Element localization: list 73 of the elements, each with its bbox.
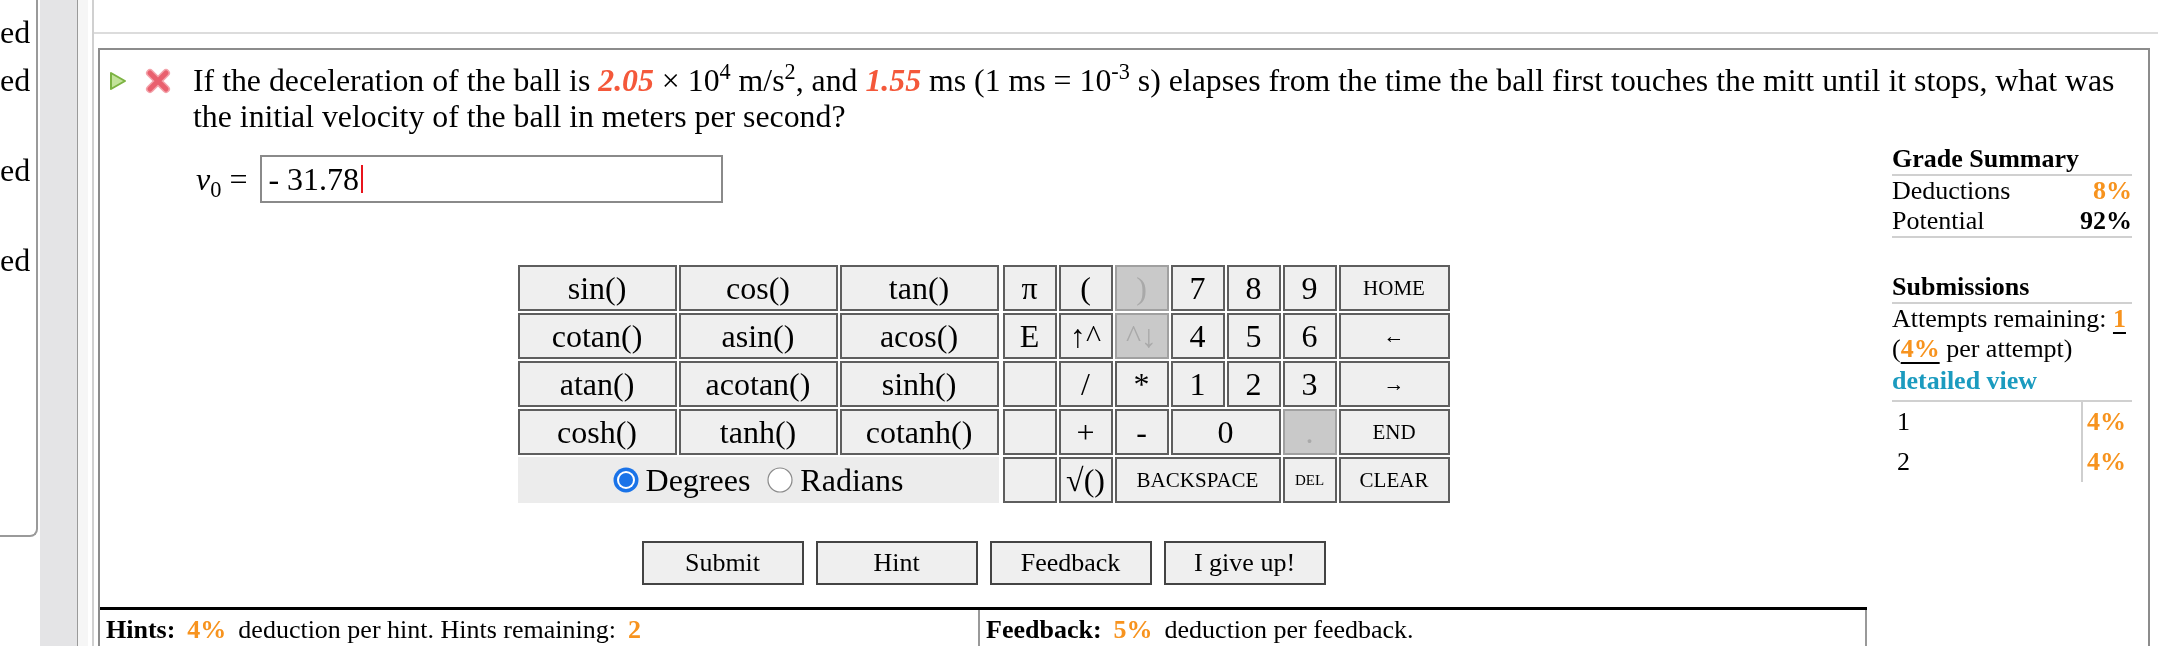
summary-value: 92% bbox=[2080, 206, 2132, 236]
keypad-key[interactable]: 8 bbox=[1226, 265, 1281, 311]
keypad-key[interactable]: 2 bbox=[1226, 361, 1281, 407]
deduction-value: 4% bbox=[2087, 446, 2126, 478]
keypad-key[interactable]: E bbox=[1002, 313, 1057, 359]
section-title: Submissions bbox=[1892, 272, 2132, 304]
question-text: If the deceleration of the ball is 2.05 × 10$^{4}$ m/s$^{2}$, and 1.55 ms (1 ms = 10$^{-3}$ s) elapses from the time the ball first touches the mitt until it stops, what was the initial velocity of the ball in meters per second? bbox=[193, 63, 2116, 135]
deduction-value: 4% bbox=[2087, 406, 2126, 438]
keypad-key[interactable]: BACKSPACE bbox=[1114, 457, 1281, 503]
action-button[interactable]: Submit bbox=[641, 541, 804, 585]
radio-label[interactable]: Radians bbox=[800, 461, 904, 499]
keypad-key[interactable]: * bbox=[1114, 361, 1169, 407]
keypad-key[interactable]: → bbox=[1338, 361, 1450, 407]
function-key[interactable]: cos() bbox=[678, 265, 838, 311]
section-title: Grade Summary bbox=[1892, 144, 2132, 176]
summary-label: Deductions bbox=[1892, 176, 2011, 206]
answer-label: v$_{0}$ = bbox=[196, 160, 248, 198]
summary-value: 8% bbox=[2093, 176, 2132, 206]
summary-label: Potential bbox=[1892, 206, 1985, 236]
keypad-key[interactable]: END bbox=[1338, 409, 1450, 455]
attempts-text: Attempts remaining: 1 (4% per attempt) bbox=[1892, 304, 2127, 364]
radio-button[interactable] bbox=[767, 467, 794, 493]
keypad-key[interactable]: 4 bbox=[1170, 313, 1225, 359]
radio-label[interactable]: Degrees bbox=[645, 461, 751, 499]
hints-cell: Hints: 4% deduction per hint. Hints remaining: 2 bbox=[100, 610, 980, 646]
function-key[interactable]: sin() bbox=[517, 265, 677, 311]
blank-key[interactable] bbox=[1002, 457, 1057, 503]
keypad-key[interactable]: / bbox=[1058, 361, 1113, 407]
keypad-key[interactable]: + bbox=[1058, 409, 1113, 455]
keypad-key[interactable]: 7 bbox=[1170, 265, 1225, 311]
action-button[interactable]: Hint bbox=[815, 541, 978, 585]
function-key[interactable]: atan() bbox=[517, 361, 677, 407]
side-item[interactable]: ed bbox=[0, 62, 31, 98]
side-item[interactable]: ed bbox=[0, 152, 31, 188]
keypad-key[interactable]: ← bbox=[1338, 313, 1450, 359]
blank-key[interactable] bbox=[1002, 361, 1057, 407]
function-key[interactable]: cotanh() bbox=[839, 409, 999, 455]
function-key[interactable]: acos() bbox=[839, 313, 999, 359]
keypad-key[interactable]: ↑^ bbox=[1058, 313, 1113, 359]
answer-field[interactable]: - 31.78 bbox=[260, 155, 724, 203]
keypad-key[interactable]: CLEAR bbox=[1338, 457, 1450, 503]
function-key[interactable]: tan() bbox=[839, 265, 999, 311]
function-key[interactable]: cosh() bbox=[517, 409, 677, 455]
attempt-number: 1 bbox=[1897, 406, 1910, 438]
text-cursor-icon bbox=[361, 165, 364, 193]
action-button[interactable]: Feedback bbox=[989, 541, 1152, 585]
splitter-bar[interactable] bbox=[40, 0, 88, 646]
function-key[interactable]: asin() bbox=[678, 313, 838, 359]
cross-icon bbox=[145, 68, 171, 94]
keypad-key[interactable]: 1 bbox=[1170, 361, 1225, 407]
function-key[interactable]: tanh() bbox=[678, 409, 838, 455]
keypad-key[interactable]: 3 bbox=[1282, 361, 1337, 407]
side-item[interactable]: ed bbox=[0, 242, 31, 278]
function-key[interactable]: cotan() bbox=[517, 313, 677, 359]
keypad-key[interactable]: ( bbox=[1058, 265, 1113, 311]
keypad-key[interactable]: DEL bbox=[1282, 457, 1337, 503]
function-key[interactable]: sinh() bbox=[839, 361, 999, 407]
radio-button[interactable] bbox=[612, 467, 639, 493]
keypad-key[interactable]: 5 bbox=[1226, 313, 1281, 359]
blank-key[interactable] bbox=[1002, 409, 1057, 455]
keypad-key[interactable]: HOME bbox=[1338, 265, 1450, 311]
side-item[interactable]: ed bbox=[0, 14, 31, 50]
keypad-key[interactable]: - bbox=[1114, 409, 1169, 455]
action-button[interactable]: I give up! bbox=[1163, 541, 1326, 585]
keypad-key[interactable]: 6 bbox=[1282, 313, 1337, 359]
keypad-key[interactable]: 0 bbox=[1170, 409, 1281, 455]
feedback-cell: Feedback: 5% deduction per feedback. bbox=[980, 610, 1867, 646]
play-icon[interactable] bbox=[109, 71, 127, 91]
function-key[interactable]: acotan() bbox=[678, 361, 838, 407]
keypad-key[interactable]: π bbox=[1002, 265, 1057, 311]
keypad-key[interactable]: 9 bbox=[1282, 265, 1337, 311]
attempt-number: 2 bbox=[1897, 446, 1910, 478]
keypad-key[interactable]: √() bbox=[1058, 457, 1113, 503]
